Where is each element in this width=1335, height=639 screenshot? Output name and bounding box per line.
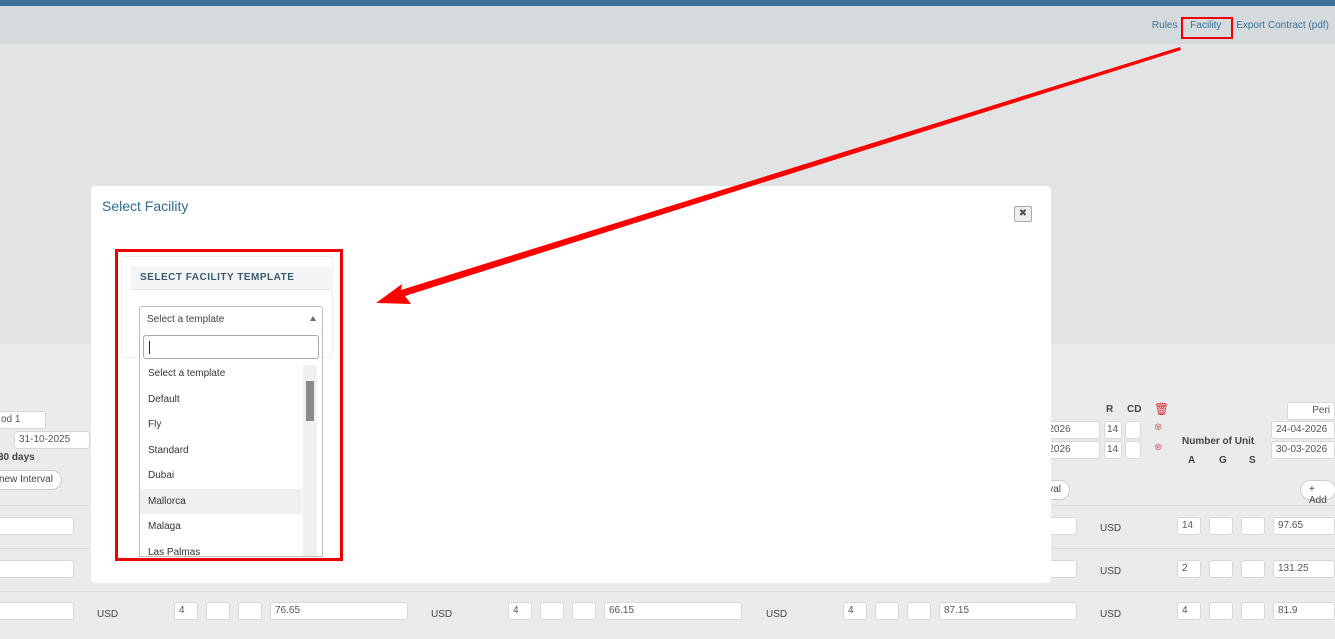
price-input[interactable]: 81.9 <box>1273 602 1335 620</box>
date-field[interactable]: 30-03-2026 <box>1271 441 1335 459</box>
qty-input[interactable] <box>875 602 899 620</box>
qty-input[interactable]: 2 <box>1177 560 1201 578</box>
option-standard[interactable]: Standard <box>140 438 302 464</box>
cd-checkbox[interactable] <box>1125 441 1141 459</box>
currency-text: USD <box>766 609 788 620</box>
dropdown-scrollbar[interactable] <box>303 365 317 556</box>
currency-text: USD <box>431 609 453 620</box>
qty-input[interactable]: 4 <box>1177 602 1201 620</box>
template-dropdown: Select a template Default Fly Standard D… <box>139 331 323 557</box>
qty-input[interactable]: 4 <box>174 602 198 620</box>
section-heading: SELECT FACILITY TEMPLATE <box>131 266 331 290</box>
nav-export-link[interactable]: Export Contract (pdf) <box>1236 20 1329 31</box>
qty-input[interactable] <box>1241 517 1265 535</box>
number-of-unit-header: Number of Unit <box>1182 436 1255 447</box>
qty-input[interactable]: 14 <box>1177 517 1201 535</box>
qty-input[interactable] <box>572 602 596 620</box>
row-divider <box>0 591 1335 592</box>
dropdown-search-input[interactable] <box>143 335 319 359</box>
remove-icon[interactable]: ⊗ <box>1154 422 1162 433</box>
template-select-value: Select a template <box>147 314 225 325</box>
r-field[interactable]: 14 <box>1104 441 1122 459</box>
row2-left-input[interactable] <box>0 560 74 578</box>
modal-title: Select Facility <box>102 198 189 214</box>
option-fly[interactable]: Fly <box>140 412 302 438</box>
date-field[interactable]: 31-10-2025 <box>14 431 90 449</box>
remove-icon[interactable]: ⊗ <box>1154 442 1162 453</box>
qty-input[interactable] <box>1209 517 1233 535</box>
qty-input[interactable]: 4 <box>843 602 867 620</box>
option-select-a-template[interactable]: Select a template <box>140 361 302 387</box>
unit-col-s: S <box>1249 455 1256 466</box>
new-interval-button[interactable]: new Interval <box>0 470 62 490</box>
qty-input[interactable] <box>907 602 931 620</box>
qty-input[interactable] <box>540 602 564 620</box>
qty-input[interactable] <box>1241 560 1265 578</box>
qty-input[interactable] <box>206 602 230 620</box>
price-input[interactable]: 97.65 <box>1273 517 1335 535</box>
option-dubai[interactable]: Dubai <box>140 463 302 489</box>
nav-links: Rules Facility Export Contract (pdf) <box>1142 20 1329 31</box>
date-field[interactable]: 24-04-2026 <box>1271 421 1335 439</box>
qty-input[interactable] <box>1209 560 1233 578</box>
unit-col-a: A <box>1188 455 1196 466</box>
dropdown-options: Select a template Default Fly Standard D… <box>140 361 302 557</box>
option-default[interactable]: Default <box>140 387 302 413</box>
period-label-field[interactable]: od 1 <box>0 411 46 429</box>
currency-text: USD <box>97 609 119 620</box>
unit-col-g: G <box>1219 455 1227 466</box>
facility-highlight-box <box>1181 17 1233 39</box>
col-r-header: R <box>1106 404 1114 415</box>
caret-up-icon <box>310 316 316 321</box>
row1-left-input[interactable] <box>0 517 74 535</box>
option-malaga[interactable]: Malaga <box>140 514 302 540</box>
add-button[interactable]: + Add <box>1300 480 1335 506</box>
currency-text: USD <box>1100 566 1122 577</box>
row3-left-input[interactable] <box>0 602 74 620</box>
currency-text: USD <box>1100 523 1122 534</box>
period-label-field[interactable]: Peri <box>1287 402 1335 420</box>
qty-input[interactable] <box>1209 602 1233 620</box>
option-mallorca[interactable]: Mallorca <box>140 488 302 514</box>
qty-input[interactable] <box>1241 602 1265 620</box>
navbar: Rules Facility Export Contract (pdf) <box>0 6 1335 44</box>
qty-input[interactable] <box>238 602 262 620</box>
price-input[interactable]: 87.15 <box>939 602 1077 620</box>
close-icon[interactable]: ✖ <box>1014 206 1032 222</box>
r-field[interactable]: 14 <box>1104 421 1122 439</box>
price-input[interactable]: 76.65 <box>270 602 408 620</box>
cd-checkbox[interactable] <box>1125 421 1141 439</box>
scrollbar-thumb[interactable] <box>306 381 314 421</box>
days-text: 30 days <box>0 452 35 463</box>
price-input[interactable]: 131.25 <box>1273 560 1335 578</box>
price-input[interactable]: 66.15 <box>604 602 742 620</box>
qty-input[interactable]: 4 <box>508 602 532 620</box>
option-las-palmas[interactable]: Las Palmas <box>140 540 302 557</box>
currency-text: USD <box>1100 609 1122 620</box>
select-facility-modal: Select Facility ✖ SELECT FACILITY TEMPLA… <box>91 186 1051 583</box>
trash-icon[interactable]: 🗑 <box>1154 402 1169 416</box>
nav-rules-link[interactable]: Rules <box>1152 20 1178 31</box>
template-select[interactable]: Select a template <box>139 306 323 332</box>
text-cursor <box>149 341 150 354</box>
col-cd-header: CD <box>1127 404 1142 415</box>
